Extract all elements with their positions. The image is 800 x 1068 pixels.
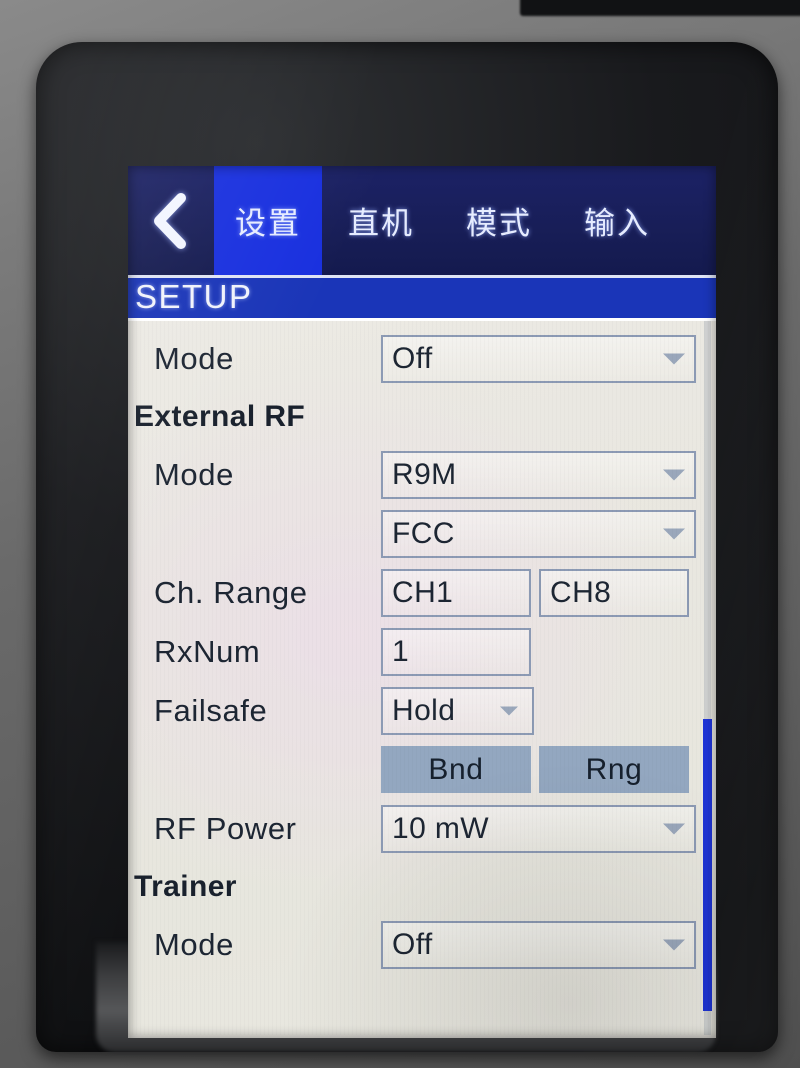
background-object — [520, 0, 800, 16]
failsafe-value: Hold — [392, 693, 456, 727]
row-rf-power: RF Power 10 mW — [128, 799, 716, 858]
tab-modes-label: 模式 — [466, 206, 532, 242]
chevron-down-icon — [663, 823, 685, 834]
photo-scene: 设置 直机 模式 输入 SETUP Mode Off External RF M… — [0, 0, 800, 1068]
rxnum-field[interactable]: 1 — [381, 627, 531, 676]
page-title: SETUP — [135, 278, 253, 316]
tab-modes[interactable]: 模式 — [440, 166, 558, 275]
rf-power-value: 10 mW — [392, 811, 490, 845]
external-region-dropdown[interactable]: FCC — [381, 509, 696, 558]
tab-inputs[interactable]: 输入 — [558, 166, 676, 275]
failsafe-dropdown[interactable]: Hold — [381, 686, 534, 735]
trainer-header: Trainer — [134, 869, 237, 903]
bind-button[interactable]: Bnd — [381, 746, 531, 793]
range-button[interactable]: Rng — [539, 746, 689, 793]
tab-settings[interactable]: 设置 — [214, 166, 322, 275]
radio-transmitter-device: 设置 直机 模式 输入 SETUP Mode Off External RF M… — [36, 42, 778, 1052]
tab-settings-label: 设置 — [235, 206, 301, 242]
ch-range-end-field[interactable]: CH8 — [539, 568, 689, 617]
external-mode-dropdown[interactable]: R9M — [381, 450, 696, 499]
ch-range-end-value: CH8 — [550, 575, 612, 609]
bind-button-label: Bnd — [428, 752, 484, 786]
rxnum-label: RxNum — [154, 633, 261, 669]
row-external-region: FCC — [128, 504, 716, 563]
chevron-down-icon — [663, 469, 685, 480]
internal-mode-label: Mode — [154, 340, 234, 376]
row-external-mode: Mode R9M — [128, 445, 716, 504]
row-trainer-mode: Mode Off — [128, 915, 716, 974]
row-rxnum: RxNum 1 — [128, 622, 716, 681]
ch-range-start-value: CH1 — [392, 575, 454, 609]
trainer-mode-label: Mode — [154, 926, 234, 962]
external-mode-value: R9M — [392, 457, 457, 491]
trainer-mode-value: Off — [392, 927, 433, 961]
internal-mode-dropdown[interactable]: Off — [381, 334, 696, 383]
chevron-down-icon — [663, 939, 685, 950]
failsafe-label: Failsafe — [154, 692, 268, 728]
rf-power-dropdown[interactable]: 10 mW — [381, 804, 696, 853]
row-external-rf-header: External RF — [128, 388, 716, 445]
rxnum-value: 1 — [392, 634, 410, 668]
ch-range-label: Ch. Range — [154, 574, 308, 610]
row-trainer-header: Trainer — [128, 858, 716, 915]
rf-power-label: RF Power — [154, 810, 297, 846]
ch-range-start-field[interactable]: CH1 — [381, 568, 531, 617]
tab-bar: 设置 直机 模式 输入 — [128, 166, 716, 275]
chevron-down-icon — [500, 706, 518, 715]
range-button-label: Rng — [585, 752, 643, 786]
row-bind-range-buttons: Bnd Rng — [128, 740, 716, 799]
row-failsafe: Failsafe Hold — [128, 681, 716, 740]
settings-list: Mode Off External RF Mode R9M FCC Ch. Ra… — [128, 321, 716, 1035]
row-internal-mode: Mode Off — [128, 329, 716, 388]
tab-heli-label: 直机 — [348, 206, 414, 242]
back-button[interactable] — [128, 166, 214, 275]
chevron-down-icon — [663, 353, 685, 364]
tab-heli[interactable]: 直机 — [322, 166, 440, 275]
chevron-down-icon — [663, 528, 685, 539]
row-channel-range: Ch. Range CH1 CH8 — [128, 563, 716, 622]
lcd-screen: 设置 直机 模式 输入 SETUP Mode Off External RF M… — [128, 166, 716, 1038]
external-rf-header: External RF — [134, 399, 306, 433]
external-mode-label: Mode — [154, 456, 234, 492]
external-region-value: FCC — [392, 516, 455, 550]
page-title-bar: SETUP — [128, 275, 716, 321]
chevron-left-icon — [149, 192, 193, 250]
scrollbar-thumb[interactable] — [703, 719, 712, 1011]
trainer-mode-dropdown[interactable]: Off — [381, 920, 696, 969]
internal-mode-value: Off — [392, 341, 433, 375]
tab-inputs-label: 输入 — [584, 206, 650, 242]
